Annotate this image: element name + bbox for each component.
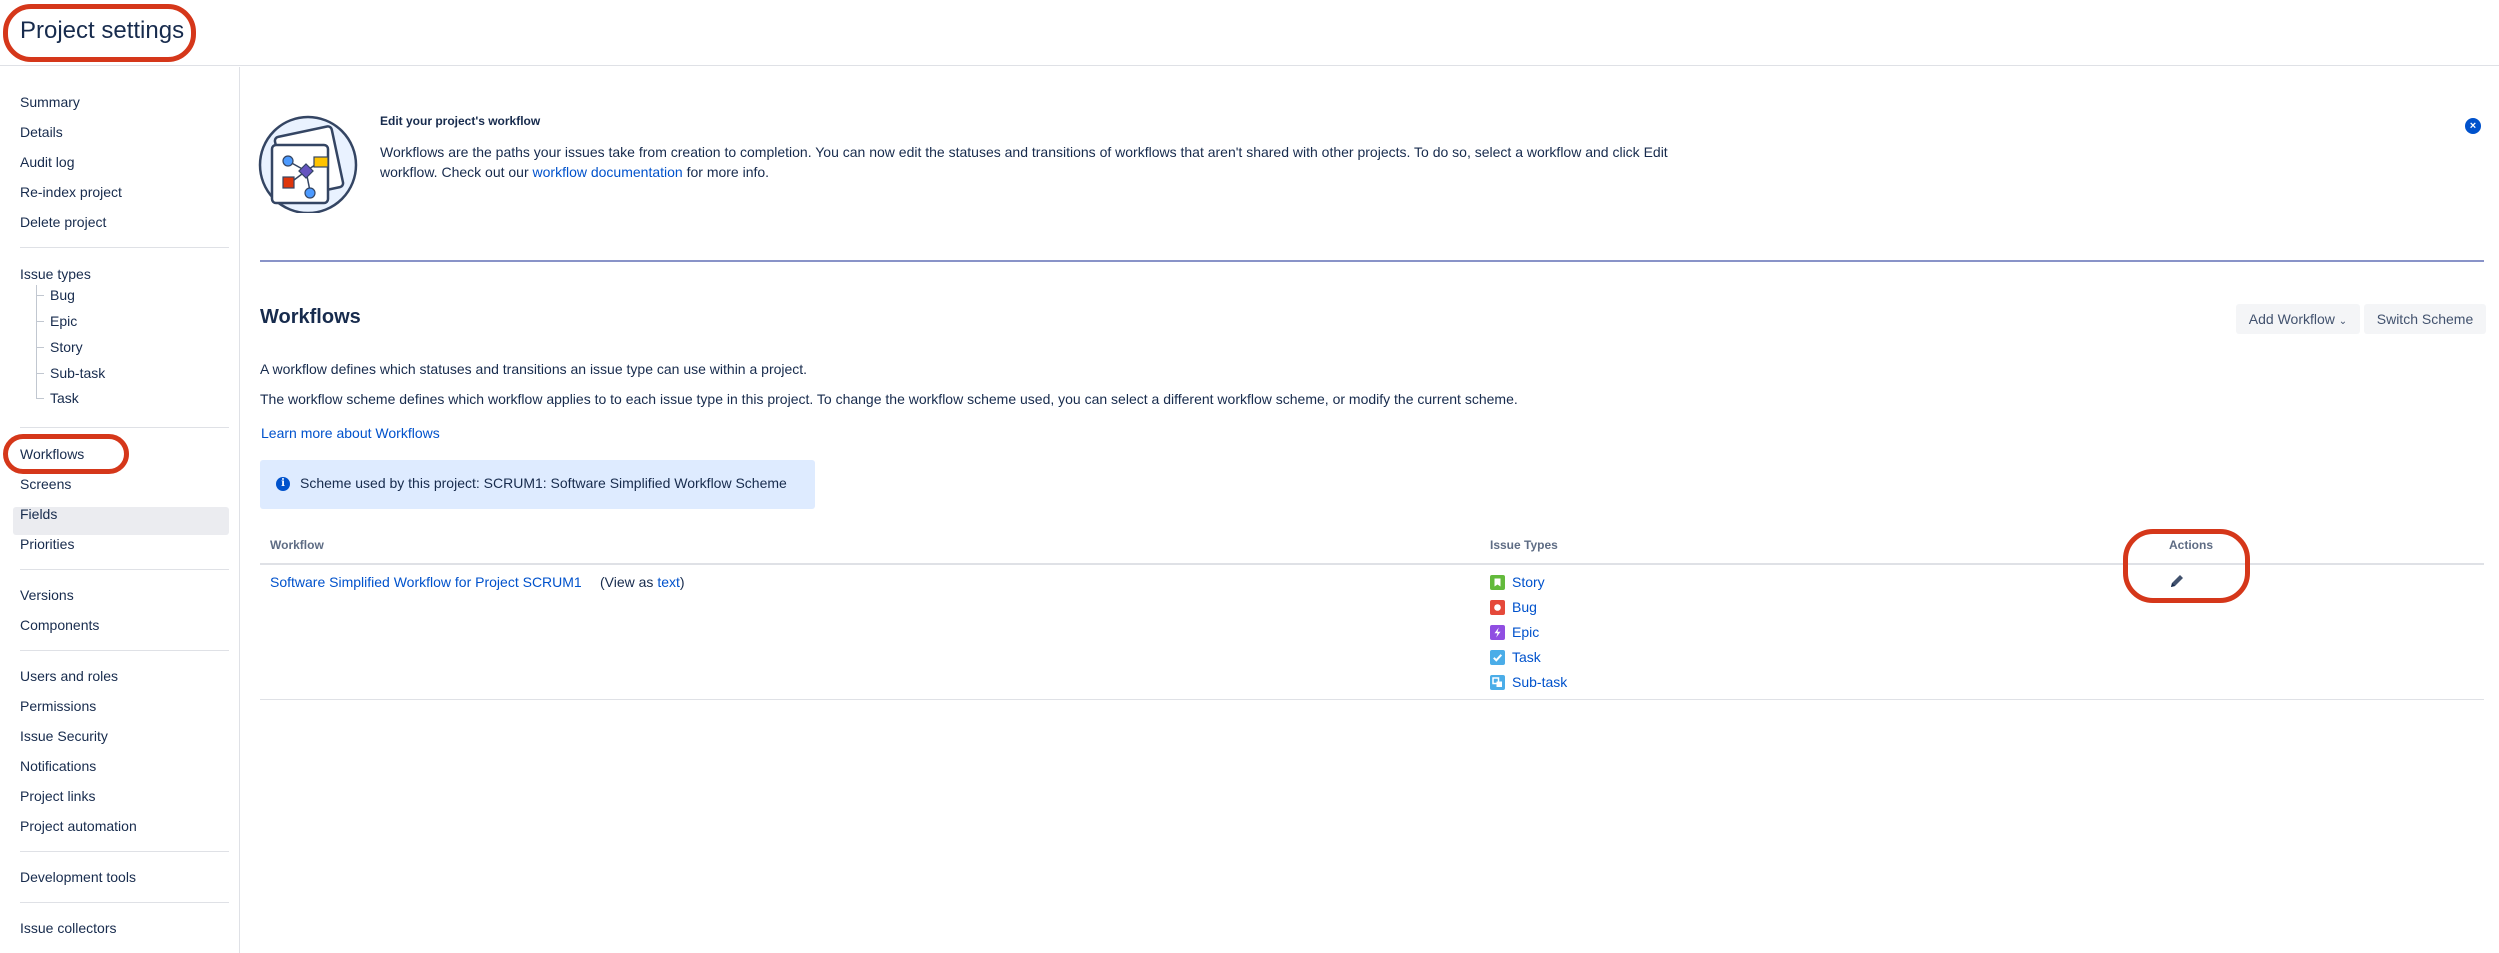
learn-more-link[interactable]: Learn more about Workflows (261, 425, 440, 441)
issue-type-epic-link[interactable]: Epic (1512, 624, 1539, 640)
sidebar-item-story[interactable]: Story (50, 338, 83, 356)
subtask-icon (1490, 675, 1505, 690)
issue-type-epic: Epic (1490, 623, 1539, 641)
sidebar-divider (20, 650, 229, 651)
close-icon[interactable]: × (2465, 118, 2481, 134)
sidebar-item-bug[interactable]: Bug (50, 286, 75, 304)
column-header-workflow: Workflow (270, 538, 324, 552)
table-bottom-divider (260, 699, 2484, 700)
sidebar-item-details[interactable]: Details (20, 123, 63, 141)
switch-scheme-button[interactable]: Switch Scheme (2364, 304, 2486, 334)
issue-type-sub-task-link[interactable]: Sub-task (1512, 674, 1567, 690)
workflow-documentation-link[interactable]: workflow documentation (533, 164, 683, 180)
epic-icon (1490, 625, 1505, 640)
sidebar-item-project-automation[interactable]: Project automation (20, 817, 137, 835)
sidebar-item-components[interactable]: Components (20, 616, 99, 634)
column-header-issue-types: Issue Types (1490, 538, 1558, 552)
sidebar-item-issue-collectors[interactable]: Issue collectors (20, 919, 116, 937)
workflow-description: A workflow defines which statuses and tr… (260, 361, 808, 377)
info-icon: i (276, 477, 290, 491)
scheme-info-text: Scheme used by this project: SCRUM1: Sof… (300, 475, 787, 491)
sidebar-item-versions[interactable]: Versions (20, 586, 74, 604)
page-title: Project settings (20, 17, 185, 44)
task-icon (1490, 650, 1505, 665)
sidebar-item-issue-types[interactable]: Issue types (20, 265, 91, 283)
sidebar-item-notifications[interactable]: Notifications (20, 757, 96, 775)
sidebar-item-task[interactable]: Task (50, 389, 79, 407)
sidebar-item-permissions[interactable]: Permissions (20, 697, 96, 715)
issue-type-story-link[interactable]: Story (1512, 574, 1545, 590)
sidebar-divider (20, 569, 229, 570)
story-icon (1490, 575, 1505, 590)
issue-type-bug-link[interactable]: Bug (1512, 599, 1537, 615)
issue-type-task: Task (1490, 648, 1541, 666)
column-header-actions: Actions (2169, 538, 2214, 552)
chevron-down-icon: ⌄ (2338, 316, 2348, 327)
sidebar-item-delete-project[interactable]: Delete project (20, 213, 106, 231)
sidebar-item-reindex-project[interactable]: Re-index project (20, 183, 122, 201)
sidebar-divider (20, 247, 229, 248)
sidebar-item-workflows[interactable]: Workflows (20, 445, 84, 463)
banner-text: Workflows are the paths your issues take… (380, 144, 1668, 180)
sidebar-item-users-and-roles[interactable]: Users and roles (20, 667, 118, 685)
issue-type-bug: Bug (1490, 598, 1537, 616)
bug-icon (1490, 600, 1505, 615)
table-header-divider (260, 563, 2484, 565)
sidebar-divider (20, 427, 229, 428)
section-title: Workflows (260, 306, 361, 328)
sidebar-item-summary[interactable]: Summary (20, 93, 80, 111)
tree-line (36, 285, 37, 398)
scheme-info-message: i Scheme used by this project: SCRUM1: S… (260, 460, 815, 509)
sidebar-item-issue-security[interactable]: Issue Security (20, 727, 108, 745)
add-workflow-button[interactable]: Add Workflow ⌄ (2236, 304, 2360, 334)
sidebar-item-sub-task[interactable]: Sub-task (50, 364, 105, 382)
workflow-name-link[interactable]: Software Simplified Workflow for Project… (270, 574, 582, 590)
issue-type-story: Story (1490, 573, 1545, 591)
edit-workflow-pencil-icon[interactable] (2168, 572, 2186, 590)
view-as-text: (View as text) (600, 574, 685, 590)
sidebar: Summary Details Audit log Re-index proje… (0, 67, 240, 953)
banner-divider (260, 260, 2484, 262)
sidebar-item-fields[interactable]: Fields (20, 505, 57, 523)
scheme-description: The workflow scheme defines which workfl… (260, 391, 1518, 407)
page-header: Project settings (0, 0, 2499, 66)
workflow-illustration (258, 115, 358, 213)
sidebar-item-screens[interactable]: Screens (20, 475, 71, 493)
view-as-text-link[interactable]: text (657, 574, 680, 590)
sidebar-item-priorities[interactable]: Priorities (20, 535, 74, 553)
sidebar-divider (20, 902, 229, 903)
sidebar-item-epic[interactable]: Epic (50, 312, 77, 330)
sidebar-item-development-tools[interactable]: Development tools (20, 868, 136, 886)
issue-type-sub-task: Sub-task (1490, 673, 1567, 691)
sidebar-divider (20, 851, 229, 852)
sidebar-item-project-links[interactable]: Project links (20, 787, 95, 805)
issue-type-task-link[interactable]: Task (1512, 649, 1541, 665)
sidebar-item-audit-log[interactable]: Audit log (20, 153, 74, 171)
banner-heading: Edit your project's workflow (380, 114, 541, 128)
